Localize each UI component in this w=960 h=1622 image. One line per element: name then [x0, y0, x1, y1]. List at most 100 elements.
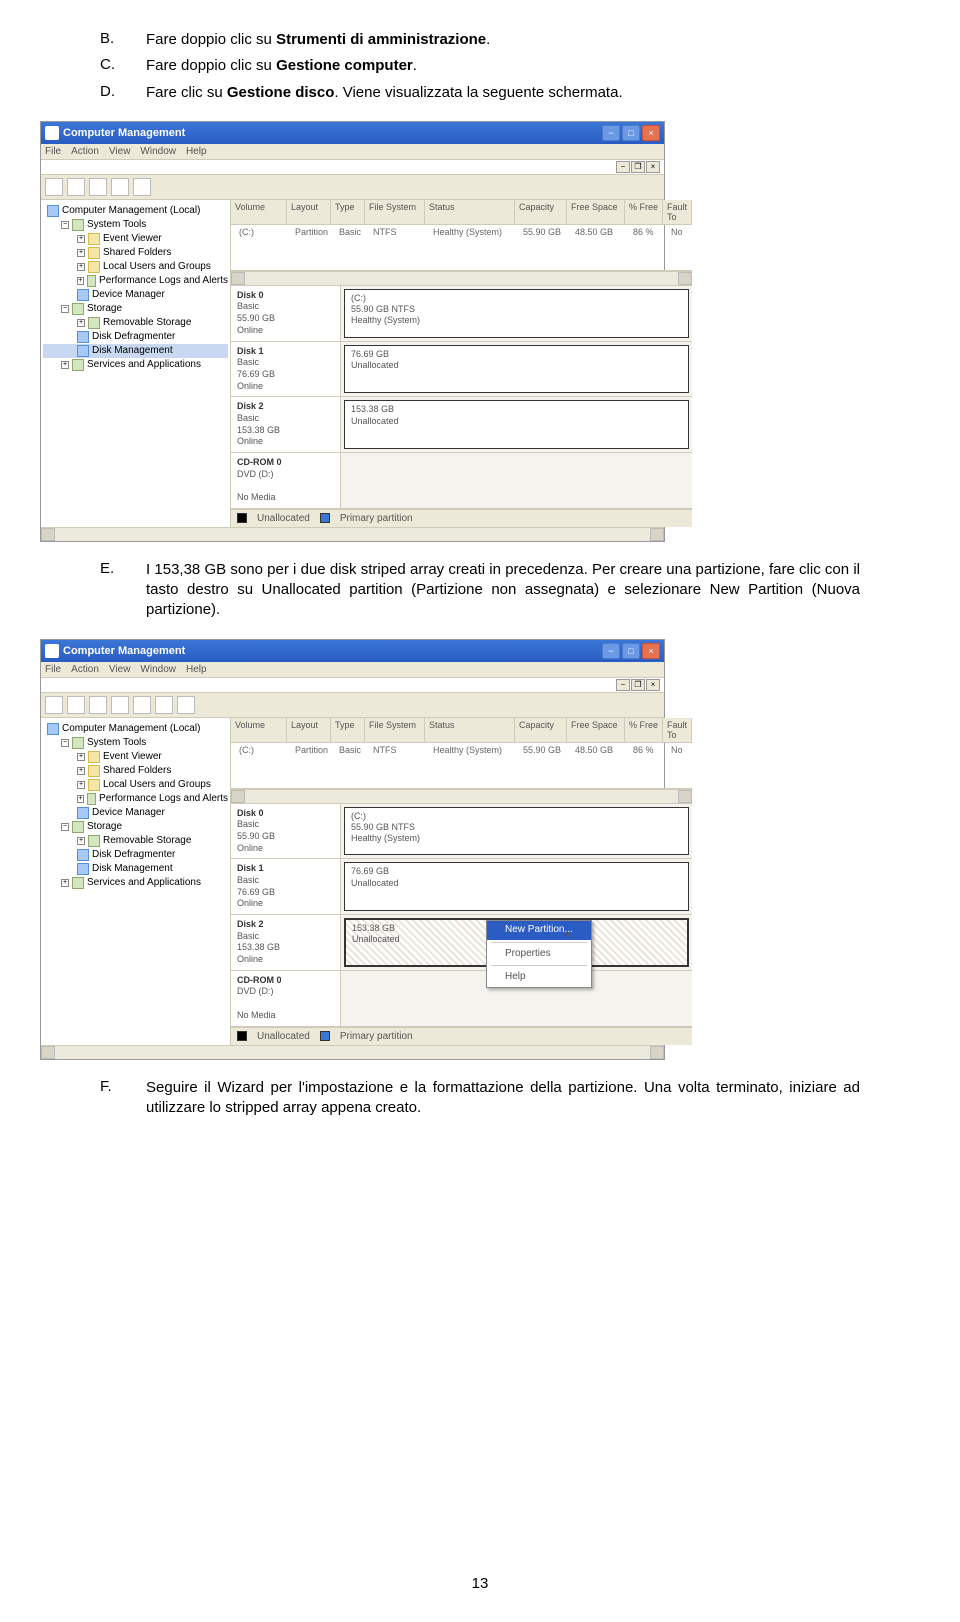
col-layout[interactable]: Layout [287, 200, 331, 224]
tree-perf[interactable]: +Performance Logs and Alerts [43, 274, 228, 288]
minimize-button[interactable]: − [602, 643, 620, 659]
nav-fwd-icon[interactable] [67, 696, 85, 714]
tree-diskmgmt[interactable]: Disk Management [43, 862, 228, 876]
disk2-partition[interactable]: 153.38 GB Unallocated [344, 400, 689, 449]
tree-systools[interactable]: −System Tools [43, 218, 228, 232]
tree-diskmgmt[interactable]: Disk Management [43, 344, 228, 358]
maximize-button[interactable]: □ [622, 125, 640, 141]
disk2-partition[interactable]: 153.38 GB Unallocated New Partition... P… [344, 918, 689, 967]
expand-icon[interactable]: + [61, 879, 69, 887]
tree-localusers[interactable]: +Local Users and Groups [43, 778, 228, 792]
toolbar-icon-4[interactable] [111, 696, 129, 714]
mdi-restore[interactable]: ❐ [631, 679, 645, 691]
disk2-label[interactable]: Disk 2Basic 153.38 GB Online [231, 397, 341, 452]
tree-root[interactable]: Computer Management (Local) [43, 722, 228, 736]
close-button[interactable]: × [642, 643, 660, 659]
ctx-help[interactable]: Help [487, 968, 591, 987]
col-capacity[interactable]: Capacity [515, 200, 567, 224]
disk1-label[interactable]: Disk 1Basic 76.69 GB Online [231, 859, 341, 914]
disk-scroll[interactable] [231, 272, 692, 286]
menu-help[interactable]: Help [186, 146, 207, 157]
col-fault[interactable]: Fault To [663, 200, 692, 224]
tree-devmgr[interactable]: Device Manager [43, 806, 228, 820]
menu-window[interactable]: Window [140, 146, 176, 157]
disk-scroll[interactable] [231, 790, 692, 804]
scroll-left-icon[interactable] [231, 790, 245, 803]
mdi-restore[interactable]: ❐ [631, 161, 645, 173]
collapse-icon[interactable]: − [61, 221, 69, 229]
toolbar-icon-4[interactable] [111, 178, 129, 196]
toolbar-icon-5[interactable] [133, 696, 151, 714]
col-volume[interactable]: Volume [231, 718, 287, 742]
expand-icon[interactable]: + [61, 361, 69, 369]
toolbar-icon-3[interactable] [89, 696, 107, 714]
disk1-label[interactable]: Disk 1Basic 76.69 GB Online [231, 342, 341, 397]
tree-services[interactable]: +Services and Applications [43, 876, 228, 890]
col-capacity[interactable]: Capacity [515, 718, 567, 742]
scroll-left-icon[interactable] [41, 1046, 55, 1059]
tree-perf[interactable]: +Performance Logs and Alerts [43, 792, 228, 806]
menu-view[interactable]: View [109, 146, 131, 157]
tree-removable[interactable]: +Removable Storage [43, 834, 228, 848]
expand-icon[interactable]: + [77, 319, 85, 327]
expand-icon[interactable]: + [77, 249, 85, 257]
mdi-close[interactable]: × [646, 161, 660, 173]
expand-icon[interactable]: + [77, 235, 85, 243]
bottom-scroll[interactable] [41, 1045, 664, 1059]
scroll-right-icon[interactable] [650, 528, 664, 541]
nav-back-icon[interactable] [45, 696, 63, 714]
tree-services[interactable]: +Services and Applications [43, 358, 228, 372]
col-free[interactable]: Free Space [567, 718, 625, 742]
tree-shared[interactable]: +Shared Folders [43, 764, 228, 778]
menu-help[interactable]: Help [186, 664, 207, 675]
tree-root[interactable]: Computer Management (Local) [43, 204, 228, 218]
nav-back-icon[interactable] [45, 178, 63, 196]
col-fs[interactable]: File System [365, 200, 425, 224]
collapse-icon[interactable]: − [61, 823, 69, 831]
expand-icon[interactable]: + [77, 277, 84, 285]
menu-action[interactable]: Action [71, 146, 99, 157]
disk1-partition[interactable]: 76.69 GB Unallocated [344, 862, 689, 911]
col-type[interactable]: Type [331, 718, 365, 742]
tree-storage[interactable]: −Storage [43, 302, 228, 316]
menu-window[interactable]: Window [140, 664, 176, 675]
expand-icon[interactable]: + [77, 781, 85, 789]
col-free[interactable]: Free Space [567, 200, 625, 224]
col-pctfree[interactable]: % Free [625, 718, 663, 742]
scroll-right-icon[interactable] [678, 790, 692, 803]
collapse-icon[interactable]: − [61, 739, 69, 747]
tree-defrag[interactable]: Disk Defragmenter [43, 848, 228, 862]
close-button[interactable]: × [642, 125, 660, 141]
menu-view[interactable]: View [109, 664, 131, 675]
col-pctfree[interactable]: % Free [625, 200, 663, 224]
maximize-button[interactable]: □ [622, 643, 640, 659]
minimize-button[interactable]: − [602, 125, 620, 141]
toolbar-icon-3[interactable] [89, 178, 107, 196]
col-volume[interactable]: Volume [231, 200, 287, 224]
ctx-properties[interactable]: Properties [487, 945, 591, 964]
expand-icon[interactable]: + [77, 795, 84, 803]
tree-localusers[interactable]: +Local Users and Groups [43, 260, 228, 274]
mdi-min[interactable]: − [616, 679, 630, 691]
tree-eventviewer[interactable]: +Event Viewer [43, 232, 228, 246]
menu-file[interactable]: File [45, 664, 61, 675]
cdrom-label[interactable]: CD-ROM 0DVD (D:) No Media [231, 453, 341, 508]
tree-devmgr[interactable]: Device Manager [43, 288, 228, 302]
volume-row[interactable]: (C:) Partition Basic NTFS Healthy (Syste… [231, 225, 692, 239]
tree-removable[interactable]: +Removable Storage [43, 316, 228, 330]
cdrom-label[interactable]: CD-ROM 0DVD (D:) No Media [231, 971, 341, 1026]
tree-systools[interactable]: −System Tools [43, 736, 228, 750]
nav-fwd-icon[interactable] [67, 178, 85, 196]
scroll-left-icon[interactable] [231, 272, 245, 285]
col-fault[interactable]: Fault To [663, 718, 692, 742]
ctx-new-partition[interactable]: New Partition... [487, 921, 591, 940]
menu-action[interactable]: Action [71, 664, 99, 675]
scroll-right-icon[interactable] [678, 272, 692, 285]
disk0-partition[interactable]: (C:) 55.90 GB NTFS Healthy (System) [344, 289, 689, 338]
disk0-label[interactable]: Disk 0Basic 55.90 GB Online [231, 804, 341, 859]
expand-icon[interactable]: + [77, 753, 85, 761]
toolbar-icon-7[interactable] [177, 696, 195, 714]
volume-row[interactable]: (C:) Partition Basic NTFS Healthy (Syste… [231, 743, 692, 757]
disk1-partition[interactable]: 76.69 GB Unallocated [344, 345, 689, 394]
toolbar-icon-5[interactable] [133, 178, 151, 196]
